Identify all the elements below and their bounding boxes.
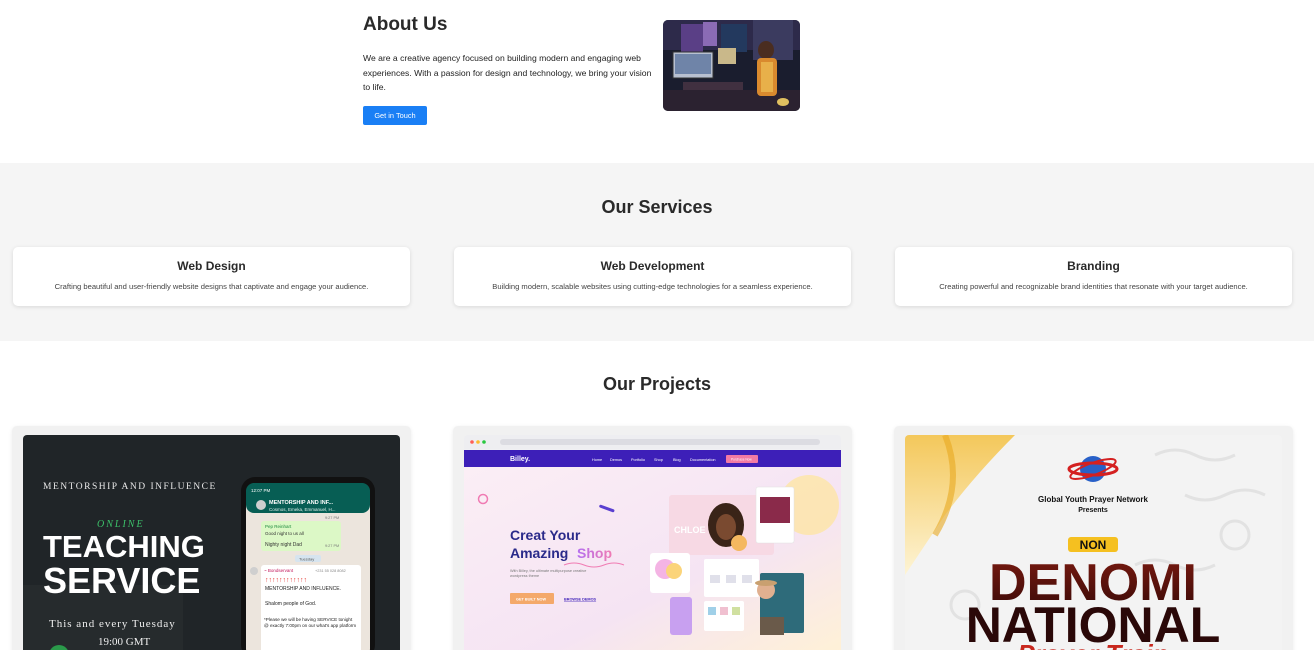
prayer-org: Global Youth Prayer Network <box>1038 495 1149 504</box>
service-description: Building modern, scalable websites using… <box>492 282 813 291</box>
about-body: We are a creative agency focused on buil… <box>363 53 652 92</box>
chat-members: Cosmos, Emeka, Emmanuel, H... <box>269 507 336 512</box>
billey-nav-cta: Purchase Now <box>731 458 752 462</box>
chat-time1: 9:27 PM <box>325 516 339 520</box>
projects-title: Our Projects <box>602 374 712 394</box>
chat-announce2: Shalom people of God. <box>265 601 316 607</box>
project-card-prayer-train[interactable]: Global Youth Prayer Network Presents NON… <box>894 426 1293 650</box>
service-card-branding: Branding Creating powerful and recogniza… <box>895 247 1292 306</box>
service-title: Branding <box>1067 259 1120 273</box>
service-description: Crafting beautiful and user-friendly web… <box>54 282 369 291</box>
billey-headline2b: Shop <box>577 545 612 561</box>
billey-nav-documentation: Documentation <box>690 458 716 462</box>
prayer-badge: NON <box>1080 538 1107 552</box>
chat-msg2: Nighty night Dad <box>265 542 302 548</box>
chat-announce3: *Please we will be having SERVICE tonigh… <box>264 617 357 628</box>
service-title: Web Design <box>177 259 246 273</box>
chat-day: Tuesday <box>299 557 314 562</box>
chat-author: Pep Reinhart <box>265 524 292 529</box>
billey-cta2: BROWSE DEMOS <box>564 598 597 602</box>
billey-nav-shop: Shop <box>654 458 663 462</box>
teaching-line1: TEACHING <box>43 529 205 564</box>
project-image-billey-shop: Billey. Home Demos Portfolio Shop Blog D… <box>464 435 841 650</box>
service-description: Creating powerful and recognizable brand… <box>939 282 1248 291</box>
teaching-line2: SERVICE <box>43 560 200 601</box>
phone-status-time: 12:07 PM <box>251 488 271 493</box>
get-in-touch-button[interactable]: Get in Touch <box>363 106 427 125</box>
about-text: About Us We are a creative agency focuse… <box>363 14 653 95</box>
about-image <box>663 20 800 111</box>
chat-name: MENTORSHIP AND INF... <box>269 500 334 506</box>
billey-cta1: GET BUILT NOW <box>516 598 547 602</box>
teaching-time: 19:00 GMT <box>98 636 151 648</box>
services-title: Our Services <box>601 197 713 217</box>
project-card-billey-shop[interactable]: Billey. Home Demos Portfolio Shop Blog D… <box>453 426 852 650</box>
prayer-presents: Presents <box>1078 507 1108 514</box>
chat-sender: ~ Bondservant <box>264 568 294 573</box>
billey-sub: With Billey, the ultimate multipurpose c… <box>510 569 587 578</box>
teaching-header: MENTORSHIP AND INFLUENCE <box>43 482 217 492</box>
chat-time2: 9:27 PM <box>325 544 339 548</box>
chat-sender-phone: +231 55 028 8082 <box>315 569 346 573</box>
chat-msg1: Good night to us all <box>265 531 304 536</box>
billey-nav-demos: Demos <box>610 458 622 462</box>
billey-mock-name: CHLOE <box>674 525 706 535</box>
prayer-line3: Prayer Train <box>1017 639 1168 650</box>
billey-nav-portfolio: Portfolio <box>631 458 645 462</box>
billey-brand: Billey. <box>510 456 530 463</box>
svg-text:↑↑↑↑↑↑↑↑↑↑↑↑: ↑↑↑↑↑↑↑↑↑↑↑↑ <box>265 577 307 584</box>
service-card-web-design: Web Design Crafting beautiful and user-f… <box>13 247 410 306</box>
service-card-web-development: Web Development Building modern, scalabl… <box>454 247 851 306</box>
billey-headline2a: Amazing <box>510 545 568 561</box>
services-section: Our Services Web Design Crafting beautif… <box>0 163 1314 341</box>
project-image-teaching-service: MENTORSHIP AND INFLUENCE ONLINE TEACHING… <box>23 435 400 650</box>
billey-nav-blog: Blog <box>673 458 681 462</box>
project-image-prayer-train: Global Youth Prayer Network Presents NON… <box>905 435 1282 650</box>
about-section: About Us We are a creative agency focuse… <box>0 0 1314 163</box>
billey-headline1: Creat Your <box>510 527 581 543</box>
billey-nav-home: Home <box>592 458 602 462</box>
service-title: Web Development <box>600 259 705 273</box>
about-title: About Us <box>363 14 448 35</box>
teaching-schedule: This and every Tuesday <box>49 618 176 630</box>
chat-announce1: MENTORSHIP AND INFLUENCE. <box>265 586 341 592</box>
projects-section: Our Projects MENTORSHIP AND INFLUENCE ON… <box>0 341 1314 650</box>
project-card-teaching-service[interactable]: MENTORSHIP AND INFLUENCE ONLINE TEACHING… <box>12 426 411 650</box>
